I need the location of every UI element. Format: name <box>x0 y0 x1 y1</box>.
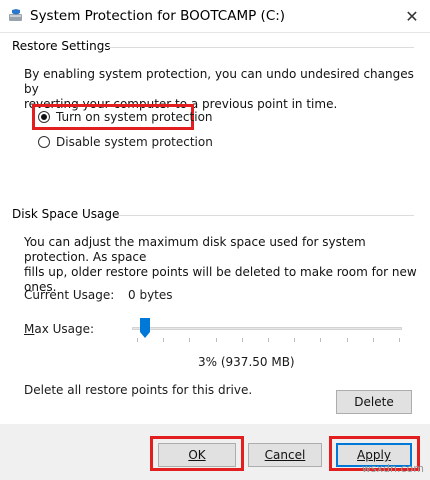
restore-settings-label: Restore Settings <box>12 39 113 53</box>
delete-description: Delete all restore points for this drive… <box>24 383 253 397</box>
current-usage-label: Current Usage: <box>24 288 115 302</box>
restore-description-line1: By enabling system protection, you can u… <box>24 67 414 96</box>
disk-description: You can adjust the maximum disk space us… <box>24 235 424 295</box>
max-usage-slider-track[interactable] <box>132 327 402 330</box>
current-usage-value: 0 bytes <box>128 288 173 302</box>
disk-description-line1: You can adjust the maximum disk space us… <box>24 235 366 264</box>
watermark: wsxdn.com <box>361 462 424 475</box>
delete-button-label: Delete <box>354 395 394 409</box>
slider-tick <box>268 338 269 342</box>
ok-button[interactable]: OK <box>158 443 236 467</box>
slider-tick <box>189 338 191 342</box>
radio-button[interactable] <box>38 111 50 123</box>
slider-tick <box>137 338 138 342</box>
window-title: System Protection for BOOTCAMP (C:) <box>30 8 286 24</box>
slider-tick <box>399 338 400 342</box>
slider-tick <box>241 338 243 342</box>
ok-button-label: OK <box>188 448 206 462</box>
radio-turn-on[interactable]: Turn on system protection <box>38 110 213 124</box>
title-bar: System Protection for BOOTCAMP (C:) ✕ <box>0 0 430 33</box>
radio-label: Disable system protection <box>56 135 213 149</box>
slider-tick <box>346 338 348 342</box>
close-button[interactable]: ✕ <box>394 0 430 32</box>
radio-label: Turn on system protection <box>56 110 213 124</box>
max-usage-label: Max Usage: <box>24 322 95 336</box>
slider-tick <box>294 338 296 342</box>
group-divider <box>114 215 414 216</box>
slider-tick <box>163 338 165 342</box>
slider-tick <box>372 338 374 342</box>
max-usage-slider-thumb[interactable] <box>139 318 150 338</box>
max-usage-label-rest: ax Usage: <box>34 322 95 336</box>
slider-tick <box>215 338 217 342</box>
radio-button[interactable] <box>38 136 50 148</box>
radio-disable[interactable]: Disable system protection <box>38 135 213 149</box>
cancel-button[interactable]: Cancel <box>248 443 322 467</box>
cancel-button-label: Cancel <box>264 448 306 462</box>
max-usage-readout: 3% (937.50 MB) <box>198 355 295 369</box>
disk-space-label: Disk Space Usage <box>12 207 122 221</box>
delete-button[interactable]: Delete <box>336 390 412 414</box>
drive-shield-icon <box>9 9 22 21</box>
close-icon: ✕ <box>405 6 419 26</box>
group-divider <box>108 47 414 48</box>
apply-button-label: Apply <box>357 448 391 462</box>
slider-tick <box>320 338 322 342</box>
